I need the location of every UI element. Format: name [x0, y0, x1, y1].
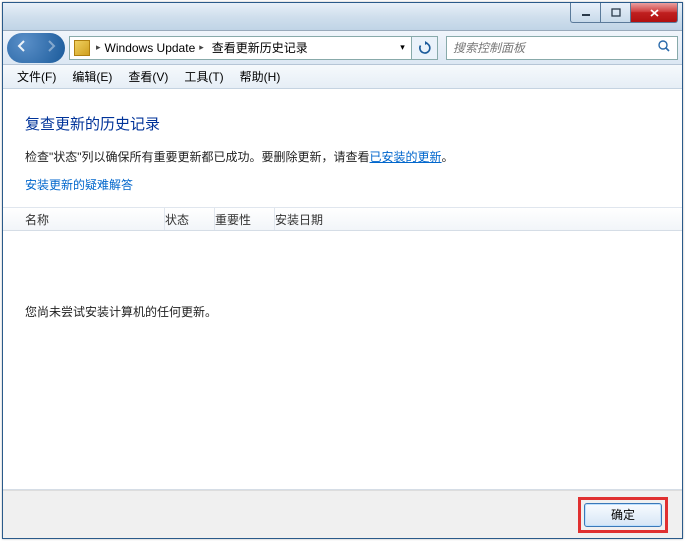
installed-updates-link[interactable]: 已安装的更新 — [370, 150, 442, 164]
menu-edit[interactable]: 编辑(E) — [64, 65, 120, 88]
menu-tools[interactable]: 工具(T) — [176, 65, 231, 88]
ok-button[interactable]: 确定 — [584, 503, 662, 527]
breadcrumb-seg-windows-update[interactable]: Windows Update ▸ — [101, 41, 208, 55]
column-status[interactable]: 状态 — [165, 208, 215, 230]
search-icon[interactable] — [657, 39, 671, 56]
menu-file[interactable]: 文件(F) — [9, 65, 64, 88]
update-list: 您尚未尝试安装计算机的任何更新。 — [3, 231, 682, 490]
breadcrumb-label: Windows Update — [105, 41, 196, 55]
menu-help[interactable]: 帮助(H) — [232, 65, 289, 88]
forward-button[interactable] — [44, 39, 58, 56]
table-header: 名称 状态 重要性 安装日期 — [3, 207, 682, 231]
address-bar[interactable]: ▸ Windows Update ▸ 查看更新历史记录 ▾ — [69, 36, 412, 60]
empty-message: 您尚未尝试安装计算机的任何更新。 — [25, 303, 217, 320]
address-bar-wrap: ▸ Windows Update ▸ 查看更新历史记录 ▾ — [69, 36, 438, 60]
page-title: 复查更新的历史记录 — [25, 113, 660, 134]
column-install-date[interactable]: 安装日期 — [275, 208, 355, 230]
titlebar[interactable] — [3, 3, 682, 31]
minimize-icon — [581, 8, 591, 18]
maximize-button[interactable] — [600, 3, 630, 23]
description-text: 检查"状态"列以确保所有重要更新都已成功。要删除更新，请查看已安装的更新。 — [25, 148, 660, 166]
arrow-right-icon — [44, 39, 58, 53]
address-dropdown[interactable]: ▾ — [393, 42, 411, 53]
ok-button-highlight: 确定 — [578, 497, 668, 533]
close-icon — [649, 8, 660, 18]
refresh-button[interactable] — [412, 36, 438, 60]
column-importance[interactable]: 重要性 — [215, 208, 275, 230]
column-name[interactable]: 名称 — [25, 208, 165, 230]
menu-view[interactable]: 查看(V) — [120, 65, 176, 88]
search-input[interactable]: 搜索控制面板 — [446, 36, 678, 60]
minimize-button[interactable] — [570, 3, 600, 23]
menu-bar: 文件(F) 编辑(E) 查看(V) 工具(T) 帮助(H) — [3, 65, 682, 89]
maximize-icon — [611, 8, 621, 18]
desc-suffix: 。 — [442, 150, 454, 164]
search-placeholder: 搜索控制面板 — [453, 39, 525, 56]
back-button[interactable] — [15, 39, 29, 56]
content-area: 复查更新的历史记录 检查"状态"列以确保所有重要更新都已成功。要删除更新，请查看… — [3, 91, 682, 490]
breadcrumb-label: 查看更新历史记录 — [212, 39, 308, 56]
desc-prefix: 检查"状态"列以确保所有重要更新都已成功。要删除更新，请查看 — [25, 150, 370, 164]
footer-bar: 确定 — [3, 490, 682, 538]
arrow-left-icon — [15, 39, 29, 53]
window-controls — [570, 3, 678, 23]
control-panel-icon — [74, 40, 90, 56]
breadcrumb-seg-history[interactable]: 查看更新历史记录 — [208, 39, 312, 56]
refresh-icon — [418, 41, 432, 55]
troubleshoot-link[interactable]: 安装更新的疑难解答 — [25, 176, 660, 193]
nav-back-forward — [7, 33, 65, 63]
breadcrumb-chevron-icon[interactable]: ▸ — [199, 42, 204, 53]
close-button[interactable] — [630, 3, 678, 23]
window-frame: ▸ Windows Update ▸ 查看更新历史记录 ▾ 搜索控制面板 文件(… — [2, 2, 683, 539]
navigation-bar: ▸ Windows Update ▸ 查看更新历史记录 ▾ 搜索控制面板 — [3, 31, 682, 65]
